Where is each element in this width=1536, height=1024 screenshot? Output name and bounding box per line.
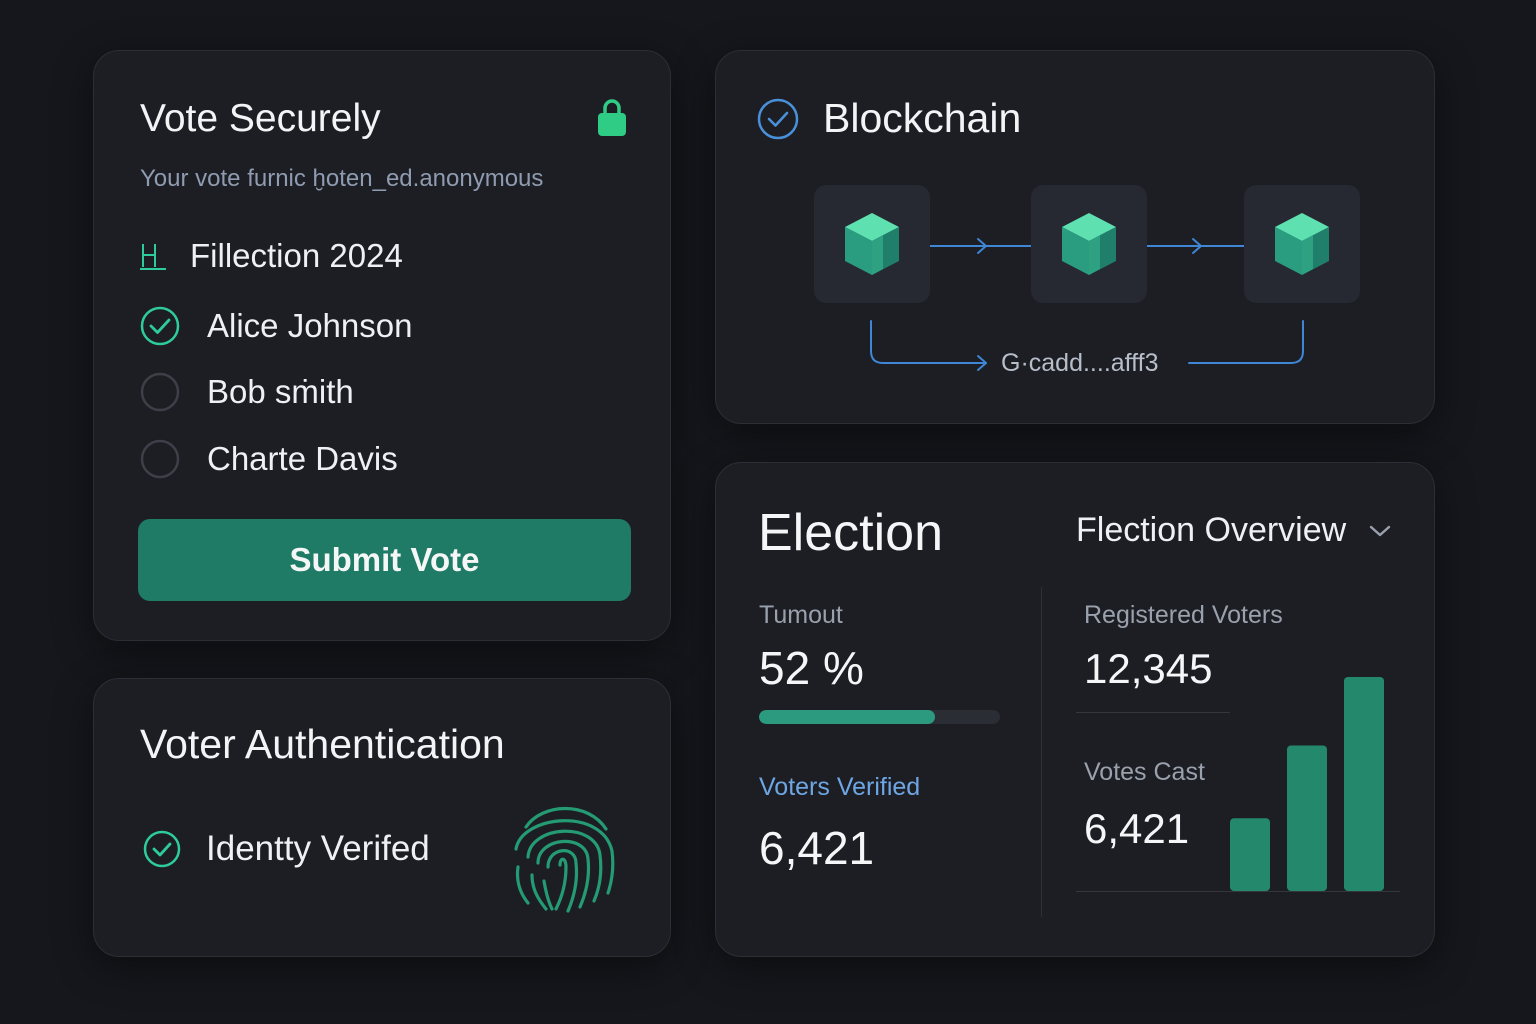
turnout-progress-bar xyxy=(759,710,1000,724)
blockchain-check-icon xyxy=(757,98,799,140)
election-card: Election Flection Overview Tumout 52 % V… xyxy=(715,462,1435,957)
mini-bar xyxy=(1230,818,1270,891)
submit-vote-button[interactable]: Submit Vote xyxy=(138,519,631,601)
block-2[interactable] xyxy=(1031,185,1147,303)
identity-status: Identty Verifed xyxy=(142,829,430,869)
votes-cast-label: Votes Cast xyxy=(1084,758,1205,786)
cube-icon xyxy=(1275,213,1329,275)
option-bob-smith[interactable]: Bob sṁith xyxy=(140,372,354,412)
option-label: Alice Johnson xyxy=(207,307,413,344)
votes-cast-value: 6,421 xyxy=(1084,805,1190,852)
check-circle-icon[interactable] xyxy=(140,306,180,346)
election-title: Election xyxy=(758,504,943,562)
block-hash: G·cadd....afff3 xyxy=(1001,349,1159,377)
option-charte-davis[interactable]: Charte Davis xyxy=(140,439,398,479)
voters-verified-label: Voters Verified xyxy=(759,773,921,801)
option-label: Bob sṁith xyxy=(207,373,354,410)
election-row: Fillection 2024 xyxy=(140,237,403,275)
mini-bar xyxy=(1344,677,1384,891)
overview-select-label: Flection Overview xyxy=(1076,511,1347,549)
lock-icon xyxy=(598,99,626,136)
auth-card: Voter Authentication Identty Verifed xyxy=(93,678,671,957)
vote-subtitle: Your vote furnic ḫoten_ed.anonymous xyxy=(140,165,544,192)
vote-card: Vote Securely Your vote furnic ḫoten_ed.… xyxy=(93,50,671,641)
chevron-down-icon[interactable] xyxy=(1368,523,1392,539)
turnout-label: Tumout xyxy=(759,601,843,629)
blockchain-card: Blockchain G·cadd....afff3 xyxy=(715,50,1435,424)
turnout-progress-fill xyxy=(759,710,935,724)
auth-title: Voter Authentication xyxy=(140,721,505,767)
mini-bar-chart xyxy=(1230,677,1384,891)
mini-bar xyxy=(1287,745,1327,891)
fingerprint-icon[interactable] xyxy=(508,797,620,915)
election-overview-select[interactable]: Flection Overview xyxy=(1076,511,1392,550)
radio-empty-icon[interactable] xyxy=(140,439,180,479)
registered-voters-value: 12,345 xyxy=(1084,645,1213,692)
option-alice-johnson[interactable]: Alice Johnson xyxy=(140,306,412,346)
ballot-icon xyxy=(140,244,166,270)
registered-voters-label: Registered Voters xyxy=(1084,601,1283,629)
stat-divider xyxy=(1076,712,1230,713)
column-divider xyxy=(1041,587,1042,917)
check-circle-icon xyxy=(143,830,181,868)
cube-icon xyxy=(845,213,899,275)
cube-icon xyxy=(1062,213,1116,275)
voters-verified-value: 6,421 xyxy=(759,822,875,874)
option-label: Charte Davis xyxy=(207,440,398,477)
identity-label: Identty Verifed xyxy=(206,829,430,868)
turnout-value: 52 % xyxy=(759,642,864,694)
blockchain-title: Blockchain xyxy=(823,95,1022,141)
vote-title: Vote Securely xyxy=(140,97,381,140)
block-3[interactable] xyxy=(1244,185,1360,303)
radio-empty-icon[interactable] xyxy=(140,372,180,412)
election-name: Fillection 2024 xyxy=(190,237,403,274)
block-1[interactable] xyxy=(814,185,930,303)
